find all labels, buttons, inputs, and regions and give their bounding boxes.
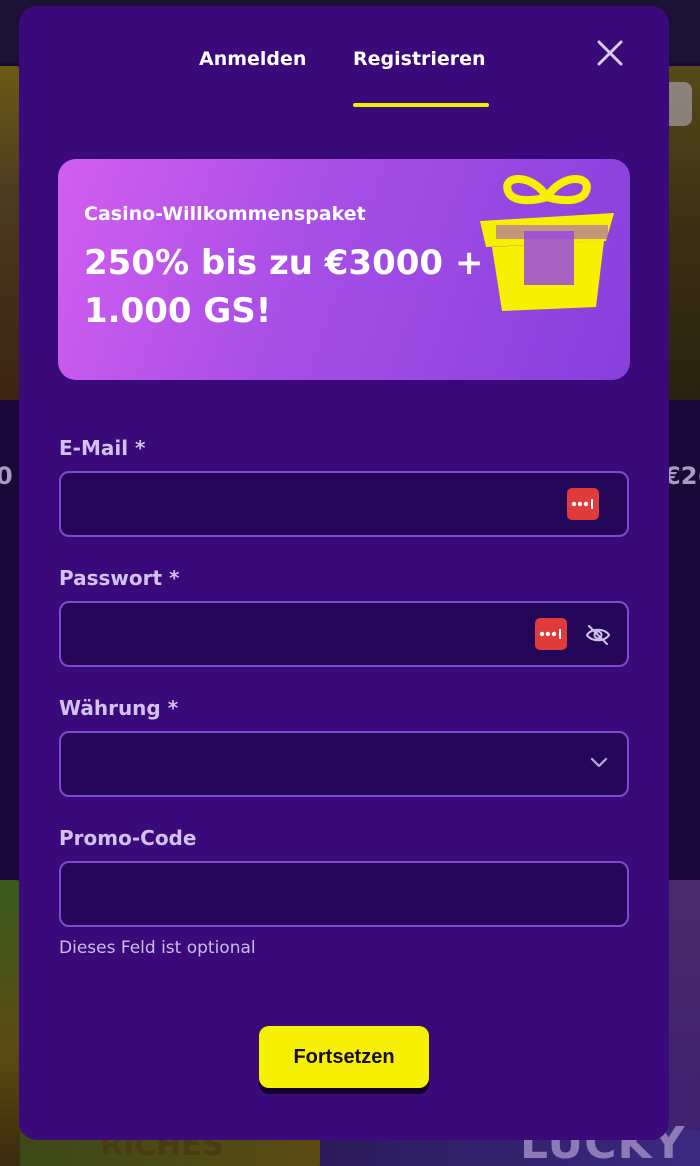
close-button[interactable] xyxy=(595,38,625,68)
eye-off-icon xyxy=(585,625,611,645)
tab-login[interactable]: Anmelden xyxy=(199,48,306,70)
password-manager-icon xyxy=(571,499,593,509)
email-label: E-Mail * xyxy=(59,436,146,460)
password-field-wrapper xyxy=(59,601,629,667)
currency-label: Währung * xyxy=(59,696,179,720)
background-amount-right: €2( xyxy=(664,462,700,490)
toggle-password-visibility-button[interactable] xyxy=(585,623,611,647)
active-tab-indicator xyxy=(353,103,489,107)
promo-code-helper-text: Dieses Feld ist optional xyxy=(59,938,256,958)
banner-title: 250% bis zu €3000 + 1.000 GS! xyxy=(84,243,484,331)
password-manager-button[interactable] xyxy=(567,488,599,520)
continue-button[interactable]: Fortsetzen xyxy=(259,1026,429,1088)
promo-code-field[interactable] xyxy=(61,863,627,925)
promo-code-field-wrapper xyxy=(59,861,629,927)
password-manager-icon xyxy=(539,629,561,639)
promo-code-label: Promo-Code xyxy=(59,826,197,850)
password-label: Passwort * xyxy=(59,566,180,590)
registration-modal: Anmelden Registrieren Casino-Willkommens… xyxy=(19,6,669,1140)
currency-select[interactable] xyxy=(59,731,629,797)
banner-subtitle: Casino-Willkommenspaket xyxy=(84,203,366,225)
tab-register[interactable]: Registrieren xyxy=(353,48,486,70)
chevron-down-icon xyxy=(590,757,608,768)
close-icon xyxy=(597,40,623,66)
background-amount-left: 0 xyxy=(0,462,13,490)
welcome-bonus-banner: Casino-Willkommenspaket 250% bis zu €300… xyxy=(58,159,630,380)
password-manager-button[interactable] xyxy=(535,618,567,650)
email-field-wrapper xyxy=(59,471,629,537)
auth-tabs: Anmelden Registrieren xyxy=(19,6,669,114)
email-field[interactable] xyxy=(61,473,627,535)
